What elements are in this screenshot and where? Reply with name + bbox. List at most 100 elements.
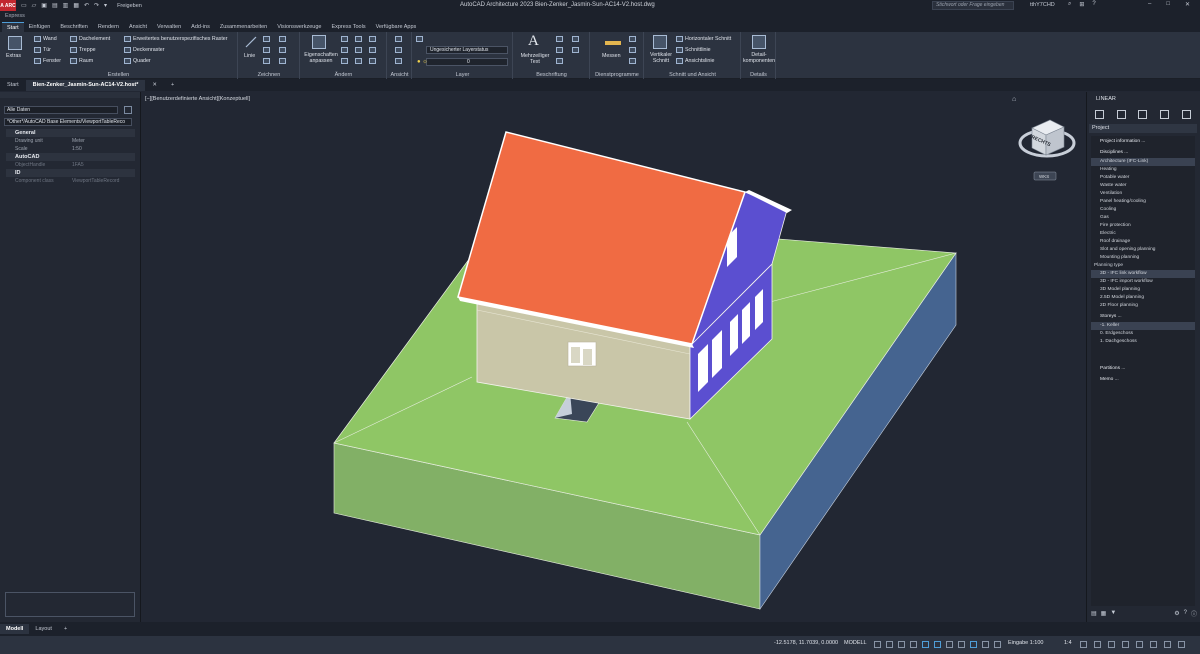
list-icon[interactable]: ▤ xyxy=(1091,610,1097,617)
line-icon[interactable] xyxy=(244,35,258,49)
discipline-item[interactable]: Panel heating/cooling xyxy=(1091,198,1195,206)
storeys-item[interactable]: Storeys ... xyxy=(1091,313,1195,321)
detail-components-button[interactable]: Detail-komponenten xyxy=(743,52,775,64)
save-as-icon[interactable]: ▤ xyxy=(52,2,58,9)
utility-tool-3[interactable] xyxy=(629,58,636,64)
copy-tool[interactable] xyxy=(355,36,362,42)
selection-cycling-icon[interactable] xyxy=(982,641,989,648)
close-tab-icon[interactable]: ✕ xyxy=(145,80,164,91)
project-information-item[interactable]: Project information ... xyxy=(1091,138,1195,146)
discipline-item[interactable]: Gas xyxy=(1091,214,1195,222)
storey-item[interactable]: -1. Keller xyxy=(1091,322,1195,330)
drawing-viewport[interactable]: [−][Benutzerdefinierte Ansicht][Konzeptu… xyxy=(142,92,1085,622)
viewport-controls-label[interactable]: [−][Benutzerdefinierte Ansicht][Konzeptu… xyxy=(145,96,250,102)
search-input[interactable]: Stichwort oder Frage eingeben xyxy=(932,1,1014,10)
add-layout-icon[interactable]: + xyxy=(58,624,73,634)
vertical-section-button[interactable]: Vertikaler Schnitt xyxy=(646,52,676,64)
match-properties-button[interactable]: Eigenschaften anpassen xyxy=(302,52,340,64)
discipline-item[interactable]: Heating xyxy=(1091,166,1195,174)
tab-verfuegbare-apps[interactable]: Verfügbare Apps xyxy=(371,22,422,32)
cart-icon[interactable]: ⊞ xyxy=(1079,1,1084,8)
redo-icon[interactable]: ↷ xyxy=(94,2,99,9)
edit-icon[interactable] xyxy=(1116,109,1126,119)
circle-tool[interactable] xyxy=(279,47,286,53)
search-icon[interactable]: ⌕ xyxy=(1068,1,1071,8)
extras-icon[interactable] xyxy=(8,36,22,50)
tab-add-ins[interactable]: Add-ins xyxy=(186,22,215,32)
partitions-item[interactable]: Partitions ... xyxy=(1091,365,1195,373)
close-icon[interactable]: ✕ xyxy=(1185,1,1190,8)
minimize-icon[interactable]: – xyxy=(1148,1,1151,8)
customize-menu-icon[interactable] xyxy=(1178,641,1185,648)
tab-visionswerkzeuge[interactable]: Visionswerkzeuge xyxy=(272,22,326,32)
horizontal-section-button[interactable]: Horizontaler Schnitt xyxy=(676,36,731,42)
storey-item[interactable]: 0. Erdgeschoss xyxy=(1091,330,1195,338)
discipline-item[interactable]: Cooling xyxy=(1091,206,1195,214)
annotation-tool[interactable] xyxy=(556,58,563,64)
filter-icon[interactable]: ▼ xyxy=(1110,610,1116,616)
discipline-item[interactable]: Ventilation xyxy=(1091,190,1195,198)
wcs-label[interactable]: WKS xyxy=(1039,174,1049,179)
vertical-section-icon[interactable] xyxy=(653,35,667,49)
category-autocad[interactable]: AutoCAD xyxy=(6,153,135,161)
project-header[interactable]: Project xyxy=(1089,124,1197,133)
discipline-item[interactable]: Roof drainage xyxy=(1091,238,1195,246)
line-button[interactable]: Linie xyxy=(244,53,255,59)
planning-type-item[interactable]: 3D - IFC link workflow xyxy=(1091,270,1195,278)
isodraft-toggle-icon[interactable] xyxy=(922,641,929,648)
new-file-icon[interactable]: ▭ xyxy=(21,2,27,9)
zoom-readout[interactable]: 1:4 xyxy=(1064,640,1072,646)
share-button[interactable]: Freigeben xyxy=(117,3,142,9)
tab-verwalten[interactable]: Verwalten xyxy=(152,22,186,32)
tab-einfuegen[interactable]: Einfügen xyxy=(24,22,56,32)
layers-icon[interactable] xyxy=(1138,109,1148,119)
open-file-icon[interactable]: ▱ xyxy=(32,2,37,9)
expand-icon[interactable] xyxy=(1181,109,1191,119)
trim-tool[interactable] xyxy=(341,47,348,53)
workspace-icon[interactable]: ▾ xyxy=(104,2,107,9)
home-icon[interactable]: ⌂ xyxy=(1012,96,1016,103)
multiline-text-button[interactable]: Mehrzeiliger Text xyxy=(516,53,554,65)
rotate-tool[interactable] xyxy=(369,36,376,42)
stair-button[interactable]: Treppe xyxy=(70,47,96,53)
box-button[interactable]: Quader xyxy=(124,58,151,64)
units-icon[interactable] xyxy=(1108,641,1115,648)
polyline-tool[interactable] xyxy=(263,58,270,64)
object-snap-tracking-icon[interactable] xyxy=(934,641,941,648)
measure-icon[interactable] xyxy=(605,41,621,45)
isolate-objects-icon[interactable] xyxy=(1150,641,1157,648)
memo-item[interactable]: Memo ... xyxy=(1091,376,1195,384)
ortho-toggle-icon[interactable] xyxy=(898,641,905,648)
annotation-scale-icon[interactable] xyxy=(994,641,1001,648)
workspace-switch-icon[interactable] xyxy=(1080,641,1087,648)
category-id[interactable]: ID xyxy=(6,169,135,177)
grid-toggle-icon[interactable] xyxy=(874,641,881,648)
tab-layout[interactable]: Layout xyxy=(29,624,58,634)
gear-icon[interactable]: ⚙ xyxy=(1174,610,1179,617)
dimension-tool[interactable] xyxy=(556,36,563,42)
layer-properties-tool[interactable] xyxy=(416,36,423,42)
doc-tab-drawing[interactable]: Bien-Zenker_Jasmin-Sun-AC14-V2.host* xyxy=(25,80,146,91)
door-button[interactable]: Tür xyxy=(34,47,51,53)
user-account[interactable]: tthY7CHD xyxy=(1030,2,1055,8)
discipline-item[interactable]: Slot and opening planning xyxy=(1091,246,1195,254)
scale-select[interactable]: Eingabe 1:100 xyxy=(1008,640,1043,646)
discipline-item[interactable]: Electric xyxy=(1091,230,1195,238)
discipline-item[interactable]: Potable water xyxy=(1091,174,1195,182)
point-tool[interactable] xyxy=(279,36,286,42)
coordinate-readout[interactable]: -12.5178, 11.7039, 0.0000 xyxy=(774,640,838,646)
tab-beschriften[interactable]: Beschriften xyxy=(55,22,93,32)
mirror-tool[interactable] xyxy=(355,47,362,53)
custom-grid-button[interactable]: Erweitertes benutzerspezifisches Raster xyxy=(124,36,228,42)
discipline-item[interactable]: Architecture (IFC-Link) xyxy=(1091,158,1195,166)
lineweight-icon[interactable] xyxy=(958,641,965,648)
measure-button[interactable]: Messen xyxy=(602,53,621,59)
stretch-tool[interactable] xyxy=(341,58,348,64)
snap-toggle-icon[interactable] xyxy=(886,641,893,648)
properties-icon[interactable] xyxy=(312,35,326,49)
info-icon[interactable]: ⓘ xyxy=(1191,609,1197,618)
view-tool-1[interactable] xyxy=(395,36,402,42)
tab-ansicht[interactable]: Ansicht xyxy=(124,22,152,32)
view-tool-3[interactable] xyxy=(395,58,402,64)
transparency-icon[interactable] xyxy=(970,641,977,648)
